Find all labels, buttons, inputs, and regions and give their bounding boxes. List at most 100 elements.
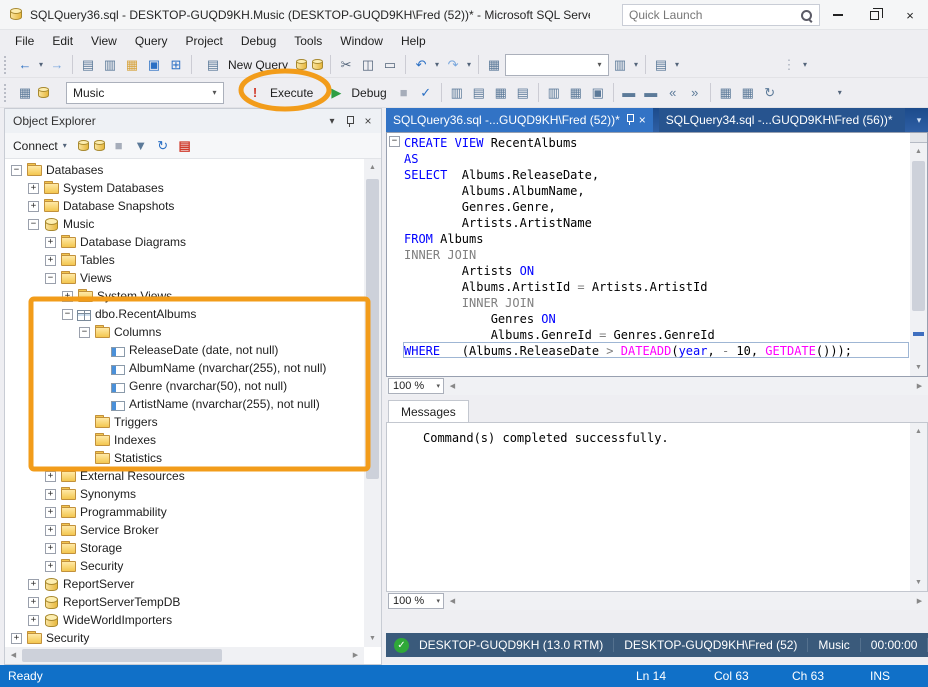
scroll-down-icon[interactable]: ▼ [364,630,381,647]
expand-icon[interactable]: + [45,255,56,266]
disconnect-icon[interactable] [76,138,92,154]
specify-template-icon[interactable]: ▤ [468,82,490,104]
results-to-text-icon[interactable]: ▥ [543,82,565,104]
navigate-forward-icon[interactable]: → [46,54,68,76]
scroll-left-icon[interactable]: ◀ [5,647,22,664]
back-dropdown-icon[interactable]: ▾ [36,54,46,76]
expand-icon[interactable]: + [62,291,73,302]
connect-dropdown-icon[interactable]: ▾ [60,135,70,157]
outdent-icon[interactable]: « [662,82,684,104]
tree-item-database-snapshots[interactable]: +Database Snapshots [5,197,364,215]
code-line[interactable]: SELECT Albums.ReleaseDate, [404,167,909,183]
messages-zoom-combo[interactable]: 100 % ▾ [388,593,444,609]
new-query-icon[interactable]: ▤ [77,54,99,76]
tree-item-service-broker[interactable]: +Service Broker [5,521,364,539]
code-line[interactable]: AS [404,151,909,167]
indent-icon[interactable]: » [684,82,706,104]
expand-icon[interactable]: + [28,201,39,212]
pin-icon[interactable] [626,113,635,128]
collapse-region-icon[interactable]: − [389,136,400,147]
register-server-icon[interactable] [92,138,108,154]
database-combo[interactable]: Music ▾ [66,82,224,104]
menu-file[interactable]: File [6,30,43,52]
expand-icon[interactable]: + [45,525,56,536]
scroll-left-icon[interactable]: ◀ [444,378,461,395]
collapse-icon[interactable]: − [45,273,56,284]
redo-dropdown-icon[interactable]: ▾ [464,54,474,76]
tree-item-views[interactable]: −Views [5,269,364,287]
expand-icon[interactable]: + [45,489,56,500]
menu-debug[interactable]: Debug [232,30,285,52]
menu-view[interactable]: View [82,30,126,52]
expand-icon[interactable]: + [28,615,39,626]
object-explorer-hscrollbar[interactable]: ◀ ▶ [5,647,364,664]
scroll-up-icon[interactable]: ▲ [910,423,927,440]
tree-item-system-views[interactable]: +System Views [5,287,364,305]
scrollbar-thumb[interactable] [366,179,379,479]
overflow-caret-icon[interactable]: ▾ [800,54,810,76]
tree-item-statistics[interactable]: Statistics [5,449,364,467]
tree-item-albumname-nvarchar-255-not-null[interactable]: AlbumName (nvarchar(255), not null) [5,359,364,377]
servers-dropdown-icon[interactable]: ▾ [672,54,682,76]
database-script-icon[interactable] [310,57,326,73]
code-line[interactable]: INNER JOIN [404,295,909,311]
undo-icon[interactable]: ↶ [410,54,432,76]
activity-monitor-icon[interactable]: ▦ [483,54,505,76]
collapse-icon[interactable]: − [62,309,73,320]
expand-icon[interactable]: + [28,579,39,590]
navigate-back-icon[interactable]: ← [14,54,36,76]
menu-query[interactable]: Query [126,30,177,52]
pin-icon[interactable] [341,112,359,130]
close-icon[interactable]: × [639,113,646,127]
editor-vscrollbar[interactable]: ▲ ▼ [910,143,927,376]
tree-item-genre-nvarchar-50-not-null[interactable]: Genre (nvarchar(50), not null) [5,377,364,395]
tab-sqlquery36[interactable]: SQLQuery36.sql -...GUQD9KH\Fred (52))* × [386,108,653,132]
close-button[interactable]: × [892,0,928,30]
messages-panel[interactable]: Command(s) completed successfully. ▲ ▼ [386,422,928,592]
debug-button[interactable]: ▶ Debug [319,81,392,105]
results-to-file-icon[interactable]: ▣ [587,82,609,104]
tree-item-security[interactable]: +Security [5,557,364,575]
scroll-right-icon[interactable]: ▶ [347,647,364,664]
refresh-icon[interactable]: ↻ [152,135,174,157]
tree-item-columns[interactable]: −Columns [5,323,364,341]
display-estimated-plan-icon[interactable]: ▦ [715,82,737,104]
scroll-right-icon[interactable]: ▶ [911,593,928,610]
new-query-button[interactable]: ▤ New Query [196,53,294,77]
tree-item-reportserver[interactable]: +ReportServer [5,575,364,593]
menu-window[interactable]: Window [331,30,392,52]
include-actual-plan-icon[interactable]: ▦ [737,82,759,104]
code-line[interactable]: Artists.ArtistName [404,215,909,231]
tree-item-tables[interactable]: +Tables [5,251,364,269]
object-explorer-header[interactable]: Object Explorer ▾ × [5,109,381,133]
registered-servers-icon[interactable]: ▤ [650,54,672,76]
parse-check-icon[interactable]: ✓ [415,82,437,104]
find-icon[interactable]: ▥ [609,54,631,76]
change-connection-icon[interactable] [36,85,52,101]
menu-help[interactable]: Help [392,30,435,52]
code-line[interactable]: WHERE (Albums.ReleaseDate > DATEADD(year… [403,342,909,358]
code-line[interactable]: INNER JOIN [404,247,909,263]
scroll-down-icon[interactable]: ▼ [910,574,927,591]
messages-vscrollbar[interactable]: ▲ ▼ [910,423,927,591]
scroll-up-icon[interactable]: ▲ [910,143,927,160]
undo-dropdown-icon[interactable]: ▾ [432,54,442,76]
tree-item-storage[interactable]: +Storage [5,539,364,557]
code-line[interactable]: CREATE VIEW RecentAlbums [404,135,909,151]
tab-messages[interactable]: Messages [388,400,469,422]
scroll-right-icon[interactable]: ▶ [911,378,928,395]
document-list-icon[interactable]: ▾ [910,108,928,132]
tree-item-triggers[interactable]: Triggers [5,413,364,431]
cut-icon[interactable]: ✂ [335,54,357,76]
scroll-down-icon[interactable]: ▼ [910,359,927,376]
code-line[interactable]: Albums.GenreId = Genres.GenreId [404,327,909,343]
tree-item-dbo-recentalbums[interactable]: −dbo.RecentAlbums [5,305,364,323]
collapse-icon[interactable]: − [11,165,22,176]
find-dropdown-icon[interactable]: ▾ [631,54,641,76]
stop-icon[interactable]: ■ [393,82,415,104]
collapse-icon[interactable]: − [79,327,90,338]
query-designer-icon[interactable]: ▦ [490,82,512,104]
open-file-icon[interactable]: ▦ [121,54,143,76]
tree-item-wideworldimporters[interactable]: +WideWorldImporters [5,611,364,629]
connect-button[interactable]: Connect [13,139,58,153]
